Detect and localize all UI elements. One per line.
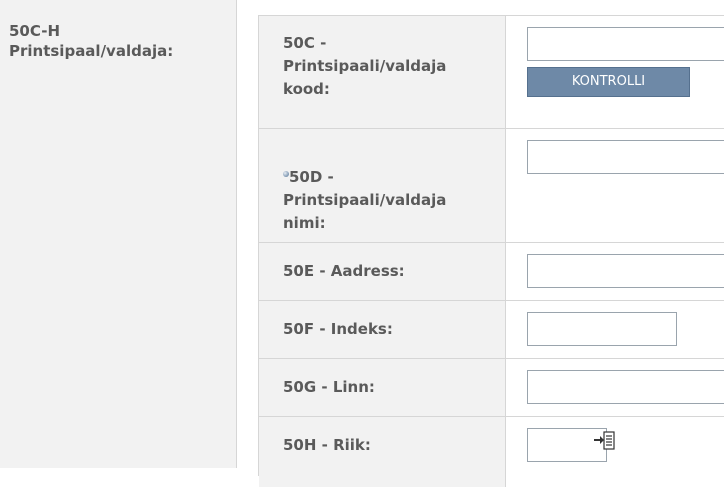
label-cell: 50D - Printsipaali/valdaja nimi: xyxy=(259,129,506,242)
field-label-50e: 50E - Aadress: xyxy=(283,262,405,280)
field-label-50c: 50C - Printsipaali/valdaja kood: xyxy=(283,34,447,98)
label-cell: 50H - Riik: xyxy=(259,417,506,487)
address-input[interactable] xyxy=(527,254,724,288)
field-label-50d-text: 50D - Printsipaali/valdaja nimi: xyxy=(283,168,447,232)
label-cell: 50G - Linn: xyxy=(259,359,506,416)
field-cell xyxy=(506,417,724,487)
form-grid: 50C - Printsipaali/valdaja kood: KONTROL… xyxy=(258,15,724,487)
field-label-50f: 50F - Indeks: xyxy=(283,320,393,338)
section-title: 50C-H Printsipaal/valdaja: xyxy=(9,22,174,60)
field-cell xyxy=(506,129,724,242)
city-input[interactable] xyxy=(527,370,724,404)
field-cell xyxy=(506,359,724,416)
lookup-list-icon[interactable] xyxy=(593,430,615,452)
field-label-50g: 50G - Linn: xyxy=(283,378,375,396)
form-row-50e: 50E - Aadress: xyxy=(259,243,724,301)
field-cell xyxy=(506,301,724,358)
label-cell: 50F - Indeks: xyxy=(259,301,506,358)
form-row-50h: 50H - Riik: xyxy=(259,417,724,487)
field-label-50h: 50H - Riik: xyxy=(283,436,371,454)
form-row-50c: 50C - Printsipaali/valdaja kood: KONTROL… xyxy=(259,16,724,129)
label-cell: 50E - Aadress: xyxy=(259,243,506,300)
postal-code-input[interactable] xyxy=(527,312,677,346)
kontrolli-button[interactable]: KONTROLLI xyxy=(527,67,690,97)
principal-code-input[interactable] xyxy=(527,27,724,61)
field-cell xyxy=(506,243,724,300)
label-cell: 50C - Printsipaali/valdaja kood: xyxy=(259,16,506,128)
field-cell: KONTROLLI xyxy=(506,16,724,128)
section-label-panel: 50C-H Printsipaal/valdaja: xyxy=(0,0,236,468)
form-row-50g: 50G - Linn: xyxy=(259,359,724,417)
form-row-50d: 50D - Printsipaali/valdaja nimi: xyxy=(259,129,724,243)
form-row-50f: 50F - Indeks: xyxy=(259,301,724,359)
principal-name-input[interactable] xyxy=(527,140,724,174)
field-label-50d: 50D - Printsipaali/valdaja nimi: xyxy=(283,143,446,235)
divider xyxy=(236,0,237,468)
